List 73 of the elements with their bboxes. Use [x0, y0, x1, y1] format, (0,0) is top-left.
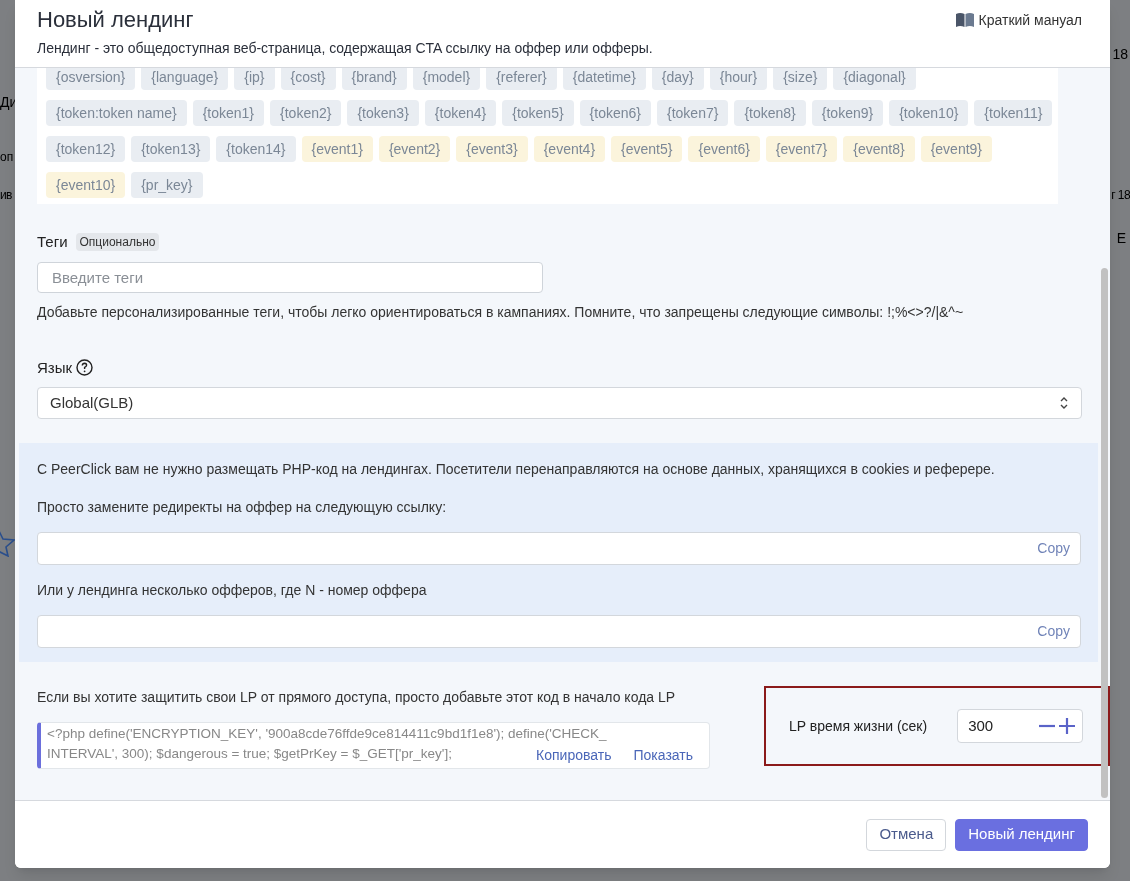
token-tag[interactable]: {model}: [412, 68, 481, 90]
token-tag[interactable]: {referer}: [486, 68, 557, 90]
copy-link[interactable]: Copy: [1037, 538, 1070, 559]
modal-title: Новый лендинг: [37, 6, 195, 34]
event-tag[interactable]: {event1}: [301, 136, 373, 162]
link-field[interactable]: Copy: [37, 532, 1081, 565]
cancel-button[interactable]: Отмена: [866, 818, 947, 851]
tags-label: Теги: [37, 232, 68, 252]
token-tag[interactable]: {hour}: [709, 68, 768, 90]
language-label: Язык: [37, 357, 73, 378]
field-label: Или у лендинга несколько офферов, где N - номер оффера: [37, 581, 428, 600]
token-tag[interactable]: {token5}: [502, 100, 574, 126]
language-select[interactable]: Global(GLB): [37, 387, 1082, 419]
lifetime-number-field[interactable]: 300: [957, 709, 1084, 743]
token-tag[interactable]: {language}: [141, 68, 229, 90]
plus-icon[interactable]: [1058, 717, 1077, 735]
token-tag[interactable]: {datetime}: [562, 68, 646, 90]
create-button[interactable]: Новый лендинг: [955, 818, 1088, 851]
token-tag[interactable]: {token12}: [46, 136, 126, 162]
event-tag[interactable]: {event4}: [533, 136, 606, 162]
token-tag[interactable]: {diagonal}: [833, 68, 916, 90]
token-tag[interactable]: {token3}: [347, 100, 419, 126]
show-link[interactable]: Показать: [633, 745, 693, 765]
event-tag[interactable]: {event8}: [843, 136, 915, 162]
tags-input-field[interactable]: Введите теги: [37, 261, 543, 293]
token-tag[interactable]: {token13}: [131, 136, 211, 162]
token-tag[interactable]: {osversion}: [46, 68, 136, 90]
php-code-line: <?php define('ENCRYPTION_KEY', '900a8cde76ffde9ce814411c9bd1f1e8'); define('CHECK_: [47, 725, 607, 743]
token-tag[interactable]: {token8}: [734, 100, 806, 126]
background-text: оп: [0, 149, 14, 166]
token-tag[interactable]: {ip}: [234, 68, 275, 90]
token-tag[interactable]: {token11}: [974, 100, 1053, 126]
event-tag[interactable]: {event10}: [46, 172, 126, 198]
help-icon[interactable]: [76, 359, 94, 377]
sort-chevrons-icon: [1059, 396, 1069, 410]
event-tag[interactable]: {event2}: [378, 136, 451, 162]
token-tag[interactable]: {token1}: [192, 100, 265, 126]
token-tag[interactable]: {token4}: [424, 100, 497, 126]
token-tag[interactable]: {size}: [773, 68, 828, 90]
background-text: 18: [1112, 45, 1128, 64]
background-text: E: [1116, 229, 1126, 248]
token-tag[interactable]: {pr_key}: [131, 172, 203, 198]
field-label: Просто замените редиректы на оффер на следующую ссылку:: [37, 498, 448, 517]
token-tag[interactable]: {token2}: [270, 100, 342, 126]
event-tag[interactable]: {event3}: [456, 136, 528, 162]
redirect-intro: С PeerClick вам не нужно размещать PHP-код на лендингах. Посетители перенаправляются на основе данных, хранящихся в cookies и реферере.: [37, 460, 996, 479]
copy-link[interactable]: Copy: [1037, 621, 1070, 642]
optional-badge: Опционально: [75, 233, 160, 252]
modal-subtitle: Лендинг - это общедоступная веб-страница, содержащая CTA ссылку на оффер или офферы.: [37, 39, 653, 58]
token-tag[interactable]: {token:token name}: [46, 100, 187, 126]
token-tag[interactable]: {token9}: [811, 100, 884, 126]
book-icon: [954, 12, 975, 28]
token-tag[interactable]: {cost}: [280, 68, 336, 90]
token-tag[interactable]: {brand}: [341, 68, 407, 90]
token-tag[interactable]: {day}: [651, 68, 704, 90]
link-field[interactable]: Copy: [37, 615, 1081, 648]
token-tag[interactable]: {token7}: [657, 100, 729, 126]
copy-link[interactable]: Копировать: [536, 745, 612, 765]
token-tag[interactable]: {token6}: [579, 100, 651, 126]
token-tag[interactable]: {token10}: [889, 100, 969, 126]
lifetime-label: LP время жизни (сек): [789, 716, 928, 736]
token-tag[interactable]: {token14}: [216, 136, 296, 162]
background-text: г 18: [1111, 187, 1130, 204]
scrollbar-thumb[interactable]: [1101, 268, 1108, 798]
event-tag[interactable]: {event6}: [688, 136, 760, 162]
tags-hint: Добавьте персонализированные теги, чтобы легко ориентироваться в кампаниях. Помните, что запрещены следующие символы: !;%<>?/|&^~: [37, 302, 965, 322]
php-code-line: INTERVAL', 300); $dangerous = true; $getPrKey = $_GET['pr_key'];: [47, 745, 452, 763]
background-text: ив: [0, 187, 12, 204]
event-tag[interactable]: {event7}: [765, 136, 838, 162]
protection-label: Если вы хотите защитить свои LP от прямого доступа, просто добавьте этот код в начало кода LP: [37, 688, 677, 707]
event-tag[interactable]: {event9}: [920, 136, 993, 162]
event-tag[interactable]: {event5}: [611, 136, 683, 162]
manual-link[interactable]: Краткий мануал: [954, 6, 1082, 34]
